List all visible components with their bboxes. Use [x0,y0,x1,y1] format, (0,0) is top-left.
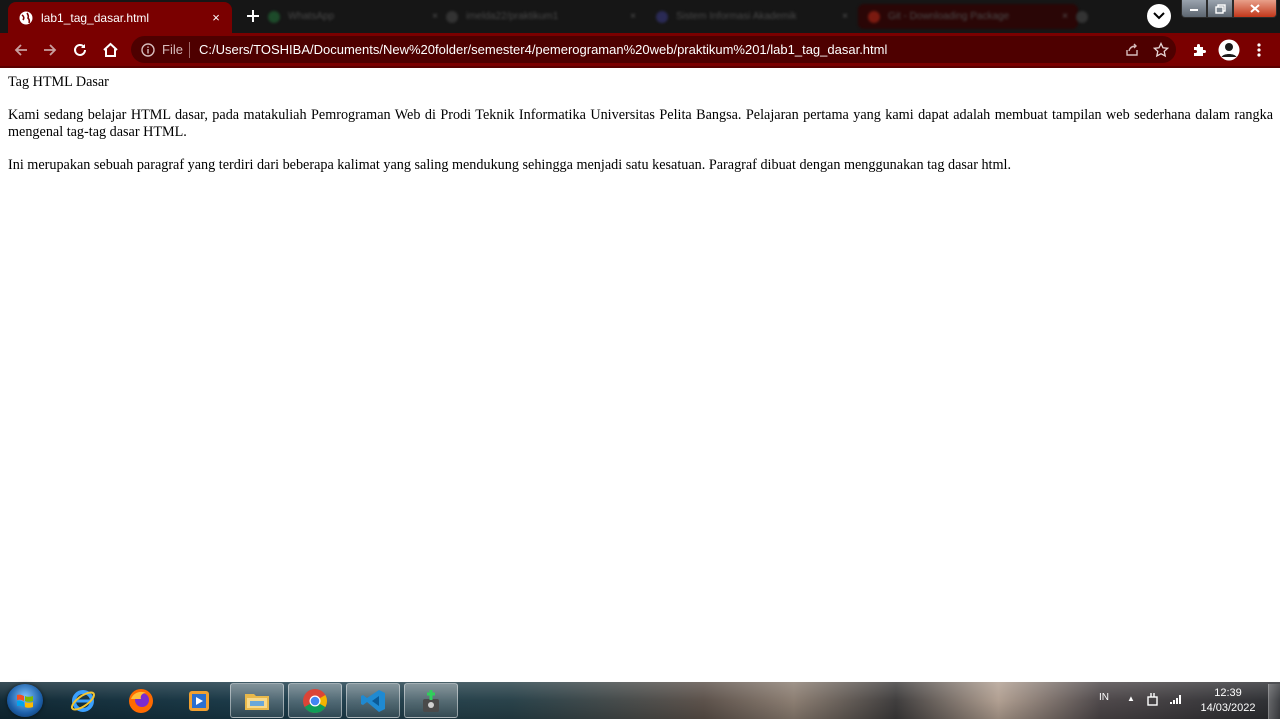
window-close-button[interactable] [1233,0,1277,18]
vscode-icon[interactable] [346,683,400,718]
tab-title: Sistem Informasi Akademik [676,11,797,22]
share-icon[interactable] [1123,41,1141,59]
menu-kebab-icon[interactable] [1246,37,1272,63]
info-icon[interactable] [140,42,156,58]
git-icon [868,10,880,23]
show-desktop-button[interactable] [1268,684,1280,719]
tab-background-3[interactable]: Sistem Informasi Akademik × [656,4,848,29]
tab-background-4[interactable]: Git - Downloading Package × [858,4,1078,29]
github-icon [446,10,458,23]
firefox-icon[interactable] [114,683,168,718]
tab-title: WhatsApp [288,11,335,22]
tab-search-button[interactable] [1147,4,1171,28]
home-button[interactable] [97,37,123,63]
show-hidden-icons-icon[interactable]: ▲ [1127,694,1135,703]
address-bar[interactable]: File C:/Users/TOSHIBA/Documents/New%20fo… [131,36,1176,63]
tab-background-2[interactable]: imelda22/praktikum1 × [446,4,636,29]
new-tab-button[interactable] [242,5,264,27]
scheme-label: File [162,42,183,57]
network-signal-icon[interactable] [1168,691,1184,707]
tab-title: imelda22/praktikum1 [466,11,559,22]
tab-background-5[interactable] [1076,4,1116,29]
internet-explorer-icon[interactable] [56,683,110,718]
maximize-button[interactable] [1207,0,1233,18]
site-icon [1076,10,1088,23]
system-clock[interactable]: 12:39 14/03/2022 [1196,686,1260,716]
profile-avatar-icon[interactable] [1216,37,1242,63]
page-heading: Tag HTML Dasar [8,74,109,90]
tab-strip: lab1_tag_dasar.html × WhatsApp × imelda22… [0,0,1280,33]
tab-active[interactable]: lab1_tag_dasar.html × [8,2,232,33]
forward-button[interactable] [37,37,63,63]
divider [189,42,190,58]
git-icon[interactable] [404,683,458,718]
start-button[interactable] [7,684,43,717]
back-button[interactable] [8,37,34,63]
media-player-icon[interactable] [172,683,226,718]
language-indicator[interactable]: IN [1099,692,1109,703]
reload-button[interactable] [67,37,93,63]
whatsapp-icon [268,10,280,23]
url-text[interactable]: C:/Users/TOSHIBA/Documents/New%20folder/… [199,42,887,57]
minimize-button[interactable] [1181,0,1207,18]
taskbar [0,682,1280,719]
page-content: Tag HTML Dasar Kami sedang belajar HTML … [8,66,1273,174]
site-icon [656,10,668,23]
clock-date: 14/03/2022 [1200,702,1256,714]
tab-title: Git - Downloading Package [888,11,1010,22]
globe-icon [19,11,33,25]
file-explorer-icon[interactable] [230,683,284,718]
bookmark-star-icon[interactable] [1151,40,1171,60]
extensions-puzzle-icon[interactable] [1186,37,1212,63]
chrome-icon[interactable] [288,683,342,718]
clock-time: 12:39 [1214,687,1242,699]
paragraph-1: Kami sedang belajar HTML dasar, pada mat… [8,107,1273,140]
tab-close-icon[interactable]: × [208,10,224,26]
power-icon[interactable] [1145,691,1161,707]
paragraph-2: Ini merupakan sebuah paragraf yang terdi… [8,157,1012,173]
tab-title: lab1_tag_dasar.html [41,10,150,25]
tab-background-1[interactable]: WhatsApp × [268,4,438,29]
browser-toolbar: File C:/Users/TOSHIBA/Documents/New%20fo… [0,33,1280,68]
